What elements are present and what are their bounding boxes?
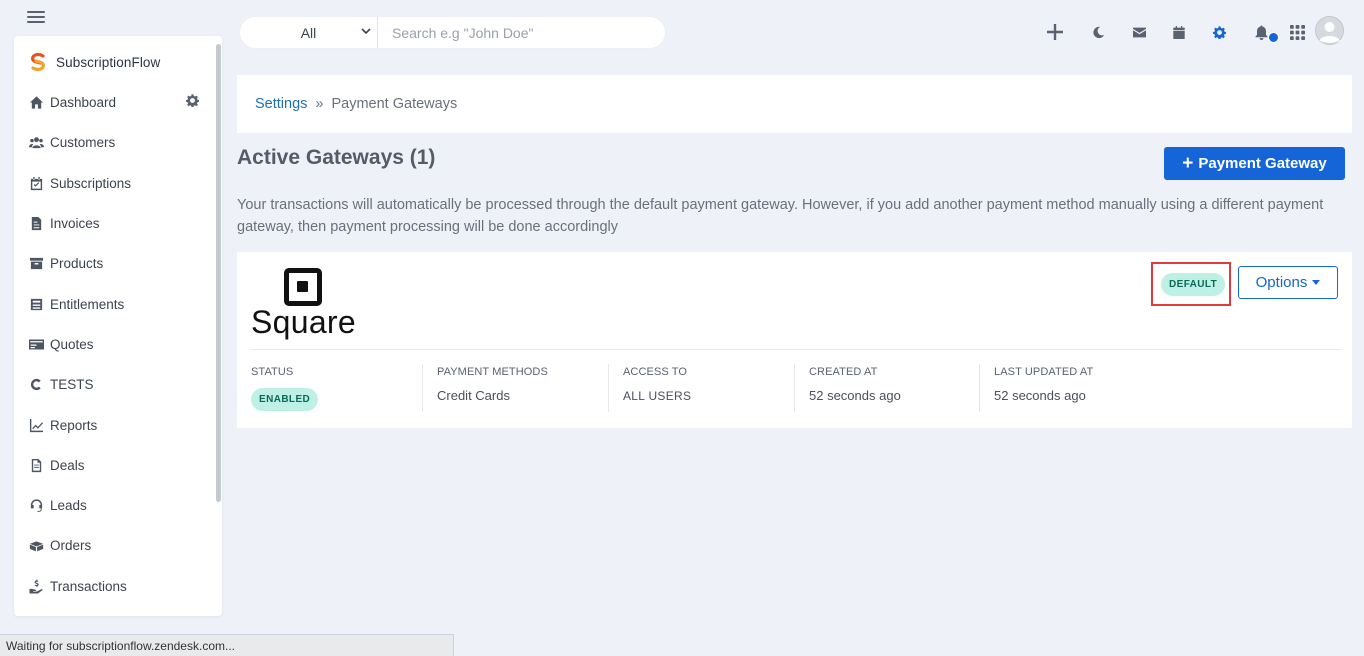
dashboard-settings-gear-icon[interactable] (186, 94, 199, 107)
sidebar-item-label: TESTS (50, 376, 94, 392)
add-payment-gateway-label: Payment Gateway (1198, 155, 1327, 172)
apps-grid-icon[interactable] (1287, 22, 1307, 42)
sidebar-item-label: Subscriptions (50, 175, 132, 191)
meta-status-label: STATUS (251, 366, 294, 378)
sidebar-item-orders[interactable]: Orders (28, 535, 91, 555)
meta-updated: LAST UPDATED AT 52 seconds ago (979, 364, 1164, 412)
browser-status-bar: Waiting for subscriptionflow.zendesk.com… (0, 634, 454, 656)
dark-mode-moon-icon[interactable] (1088, 22, 1108, 42)
breadcrumb-separator: » (315, 96, 324, 112)
sidebar-item-tests[interactable]: TESTS (28, 374, 94, 394)
calendar-check-icon (28, 175, 44, 191)
sidebar-item-reports[interactable]: Reports (28, 415, 97, 435)
headset-icon (28, 497, 44, 513)
chevron-down-icon (361, 28, 371, 35)
sidebar-item-label: Customers (50, 134, 116, 150)
search-scope-select[interactable]: All (240, 17, 378, 48)
sidebar-item-customers[interactable]: Customers (28, 132, 115, 152)
mail-envelope-icon[interactable] (1129, 22, 1149, 42)
search-input[interactable] (378, 18, 665, 47)
page-description: Your transactions will automatically be … (237, 197, 1324, 235)
home-icon (28, 94, 44, 110)
box-icon (28, 255, 44, 271)
sidebar-item-dashboard[interactable]: Dashboard (28, 92, 116, 112)
plus-icon: + (1182, 152, 1194, 174)
user-avatar[interactable] (1315, 16, 1344, 45)
invoice-icon (28, 215, 44, 231)
sidebar-item-label: Transactions (50, 578, 127, 594)
sidebar-item-subscriptions[interactable]: Subscriptions (28, 173, 131, 193)
breadcrumb-link-settings[interactable]: Settings (255, 96, 307, 112)
meta-status: STATUS ENABLED (251, 364, 436, 412)
subscriptionflow-logo-icon (31, 53, 45, 71)
calendar-icon[interactable] (1169, 22, 1189, 42)
sidebar-item-label: Invoices (50, 215, 100, 231)
meta-payment-methods-label: PAYMENT METHODS (437, 366, 548, 378)
chart-line-icon (28, 417, 44, 433)
default-badge-highlight: DEFAULT (1151, 262, 1231, 306)
quote-card-icon (28, 336, 44, 352)
sidebar-item-label: Leads (50, 497, 87, 513)
meta-updated-value: 52 seconds ago (994, 388, 1086, 403)
hand-dollar-icon (28, 578, 44, 594)
hamburger-menu-icon[interactable] (27, 11, 45, 23)
document-icon (28, 457, 44, 473)
meta-created-value: 52 seconds ago (809, 388, 901, 403)
meta-payment-methods-value: Credit Cards (437, 388, 510, 403)
options-dropdown-button[interactable]: Options (1238, 266, 1338, 299)
meta-created: CREATED AT 52 seconds ago (794, 364, 979, 412)
meta-updated-label: LAST UPDATED AT (994, 366, 1094, 378)
options-label: Options (1255, 274, 1308, 291)
sidebar-item-label: Products (50, 255, 104, 271)
meta-access: ACCESS TO ALL USERS (608, 364, 793, 412)
sidebar-item-label: Orders (50, 537, 92, 553)
global-search-bar: All (240, 17, 665, 48)
sidebar-item-label: Entitlements (50, 296, 125, 312)
caret-down-icon (1312, 280, 1321, 285)
meta-payment-methods: PAYMENT METHODS Credit Cards (422, 364, 607, 412)
meta-access-label: ACCESS TO (623, 366, 688, 378)
sidebar-item-label: Dashboard (50, 94, 117, 110)
square-logo-mark-icon (284, 268, 322, 306)
archive-icon (28, 296, 44, 312)
add-payment-gateway-button[interactable]: + Payment Gateway (1164, 147, 1345, 180)
boxes-icon (28, 537, 44, 553)
sidebar-item-label: Reports (50, 417, 98, 433)
meta-created-label: CREATED AT (809, 366, 878, 378)
sidebar-item-label: Quotes (50, 336, 94, 352)
breadcrumb: Settings » Payment Gateways (255, 96, 457, 112)
search-scope-value: All (300, 24, 317, 41)
sidebar-scrollbar[interactable] (216, 44, 221, 502)
meta-access-value: ALL USERS (623, 389, 692, 403)
brand-name: SubscriptionFlow (56, 54, 161, 70)
user-avatar-icon (1315, 16, 1344, 45)
sidebar-item-leads[interactable]: Leads (28, 495, 87, 515)
default-badge: DEFAULT (1161, 273, 1226, 296)
sidebar-item-products[interactable]: Products (28, 253, 103, 273)
brand[interactable]: SubscriptionFlow (28, 52, 160, 72)
sidebar: SubscriptionFlow Dashboard Customers Sub… (14, 36, 222, 616)
add-new-icon[interactable] (1045, 22, 1065, 42)
sidebar-item-quotes[interactable]: Quotes (28, 334, 94, 354)
square-logo: Square (251, 266, 361, 340)
c-letter-icon (28, 376, 44, 392)
users-icon (28, 134, 44, 150)
sidebar-item-entitlements[interactable]: Entitlements (28, 294, 124, 314)
gateway-divider (251, 349, 1341, 350)
status-badge: ENABLED (251, 388, 319, 411)
sidebar-item-transactions[interactable]: Transactions (28, 576, 127, 596)
notification-indicator-dot (1268, 32, 1279, 43)
sidebar-item-label: Deals (50, 457, 85, 473)
sidebar-item-deals[interactable]: Deals (28, 455, 85, 475)
gateway-card: Square DEFAULT Options STATUS ENABLED PA… (237, 252, 1352, 428)
sidebar-item-invoices[interactable]: Invoices (28, 213, 100, 233)
breadcrumb-card: Settings » Payment Gateways (237, 75, 1352, 133)
breadcrumb-current: Payment Gateways (331, 96, 458, 112)
square-logo-wordmark: Square (251, 304, 356, 340)
page-title: Active Gateways (1) (237, 146, 436, 169)
settings-gear-icon[interactable] (1209, 22, 1229, 42)
